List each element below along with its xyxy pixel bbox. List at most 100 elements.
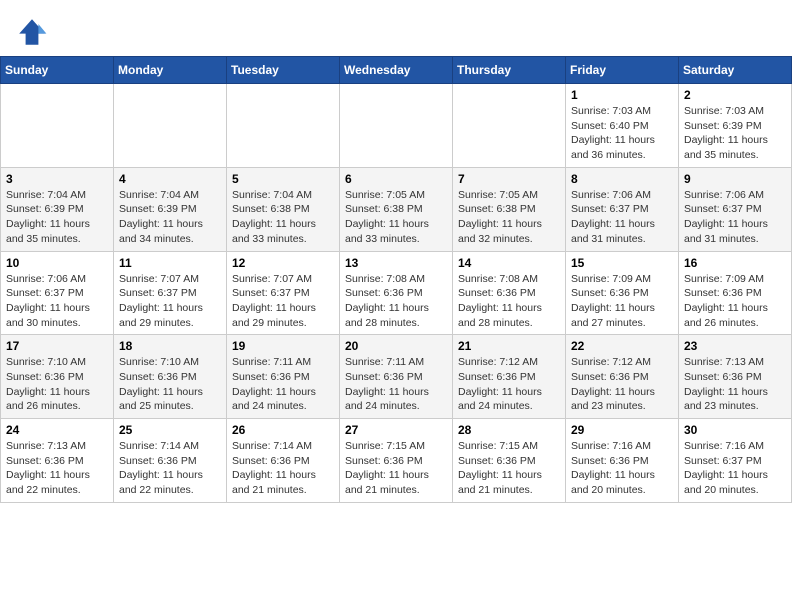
- day-info: Sunrise: 7:11 AM Sunset: 6:36 PM Dayligh…: [345, 355, 447, 414]
- day-number: 16: [684, 256, 786, 270]
- day-info: Sunrise: 7:04 AM Sunset: 6:39 PM Dayligh…: [119, 188, 221, 247]
- day-number: 15: [571, 256, 673, 270]
- calendar-cell: 25 Sunrise: 7:14 AM Sunset: 6:36 PM Dayli…: [114, 419, 227, 503]
- day-number: 6: [345, 172, 447, 186]
- calendar-cell: 4 Sunrise: 7:04 AM Sunset: 6:39 PM Daylig…: [114, 167, 227, 251]
- calendar-cell: 14 Sunrise: 7:08 AM Sunset: 6:36 PM Dayli…: [453, 251, 566, 335]
- calendar-cell: 29Sunrise: 7:16 AM Sunset: 6:36 PM Dayli…: [566, 419, 679, 503]
- calendar-cell: 30 Sunrise: 7:16 AM Sunset: 6:37 PM Dayli…: [679, 419, 792, 503]
- day-number: 17: [6, 339, 108, 353]
- calendar-cell: 13 Sunrise: 7:08 AM Sunset: 6:36 PM Dayli…: [340, 251, 453, 335]
- calendar-cell: 6 Sunrise: 7:05 AM Sunset: 6:38 PM Daylig…: [340, 167, 453, 251]
- day-number: 21: [458, 339, 560, 353]
- calendar-cell: 8 Sunrise: 7:06 AM Sunset: 6:37 PM Daylig…: [566, 167, 679, 251]
- day-number: 13: [345, 256, 447, 270]
- day-number: 7: [458, 172, 560, 186]
- calendar-cell: 21 Sunrise: 7:12 AM Sunset: 6:36 PM Dayli…: [453, 335, 566, 419]
- day-info: Sunrise: 7:04 AM Sunset: 6:39 PM Dayligh…: [6, 188, 108, 247]
- day-number: 25: [119, 423, 221, 437]
- day-number: 4: [119, 172, 221, 186]
- day-info: Sunrise: 7:08 AM Sunset: 6:36 PM Dayligh…: [345, 272, 447, 331]
- calendar-cell: [227, 84, 340, 168]
- calendar-cell: 9Sunrise: 7:06 AM Sunset: 6:37 PM Daylig…: [679, 167, 792, 251]
- calendar-cell: [114, 84, 227, 168]
- calendar-cell: 5 Sunrise: 7:04 AM Sunset: 6:38 PM Daylig…: [227, 167, 340, 251]
- calendar-cell: 7Sunrise: 7:05 AM Sunset: 6:38 PM Daylig…: [453, 167, 566, 251]
- calendar-cell: 19 Sunrise: 7:11 AM Sunset: 6:36 PM Dayli…: [227, 335, 340, 419]
- calendar-header-row: SundayMondayTuesdayWednesdayThursdayFrid…: [1, 57, 792, 84]
- day-info: Sunrise: 7:09 AM Sunset: 6:36 PM Dayligh…: [684, 272, 786, 331]
- day-number: 30: [684, 423, 786, 437]
- day-number: 28: [458, 423, 560, 437]
- logo: [16, 16, 52, 48]
- calendar-cell: 11Sunrise: 7:07 AM Sunset: 6:37 PM Dayli…: [114, 251, 227, 335]
- day-number: 1: [571, 88, 673, 102]
- day-info: Sunrise: 7:03 AM Sunset: 6:39 PM Dayligh…: [684, 104, 786, 163]
- day-info: Sunrise: 7:09 AM Sunset: 6:36 PM Dayligh…: [571, 272, 673, 331]
- day-info: Sunrise: 7:13 AM Sunset: 6:36 PM Dayligh…: [684, 355, 786, 414]
- day-number: 19: [232, 339, 334, 353]
- day-number: 23: [684, 339, 786, 353]
- day-number: 22: [571, 339, 673, 353]
- day-number: 20: [345, 339, 447, 353]
- calendar-cell: 26 Sunrise: 7:14 AM Sunset: 6:36 PM Dayli…: [227, 419, 340, 503]
- day-info: Sunrise: 7:04 AM Sunset: 6:38 PM Dayligh…: [232, 188, 334, 247]
- weekday-header-saturday: Saturday: [679, 57, 792, 84]
- day-number: 10: [6, 256, 108, 270]
- calendar-week-5: 24Sunrise: 7:13 AM Sunset: 6:36 PM Dayli…: [1, 419, 792, 503]
- day-info: Sunrise: 7:08 AM Sunset: 6:36 PM Dayligh…: [458, 272, 560, 331]
- calendar-cell: 27 Sunrise: 7:15 AM Sunset: 6:36 PM Dayli…: [340, 419, 453, 503]
- day-number: 9: [684, 172, 786, 186]
- day-info: Sunrise: 7:14 AM Sunset: 6:36 PM Dayligh…: [232, 439, 334, 498]
- calendar-cell: 16 Sunrise: 7:09 AM Sunset: 6:36 PM Dayli…: [679, 251, 792, 335]
- calendar-week-2: 3Sunrise: 7:04 AM Sunset: 6:39 PM Daylig…: [1, 167, 792, 251]
- day-info: Sunrise: 7:15 AM Sunset: 6:36 PM Dayligh…: [458, 439, 560, 498]
- weekday-header-thursday: Thursday: [453, 57, 566, 84]
- calendar-cell: 28 Sunrise: 7:15 AM Sunset: 6:36 PM Dayli…: [453, 419, 566, 503]
- calendar-cell: 12Sunrise: 7:07 AM Sunset: 6:37 PM Dayli…: [227, 251, 340, 335]
- calendar-cell: 17 Sunrise: 7:10 AM Sunset: 6:36 PM Dayli…: [1, 335, 114, 419]
- day-number: 14: [458, 256, 560, 270]
- weekday-header-friday: Friday: [566, 57, 679, 84]
- page-header: [0, 0, 792, 56]
- day-number: 29: [571, 423, 673, 437]
- calendar-cell: 24Sunrise: 7:13 AM Sunset: 6:36 PM Dayli…: [1, 419, 114, 503]
- day-info: Sunrise: 7:16 AM Sunset: 6:37 PM Dayligh…: [684, 439, 786, 498]
- day-info: Sunrise: 7:10 AM Sunset: 6:36 PM Dayligh…: [119, 355, 221, 414]
- day-info: Sunrise: 7:06 AM Sunset: 6:37 PM Dayligh…: [6, 272, 108, 331]
- day-number: 5: [232, 172, 334, 186]
- day-number: 27: [345, 423, 447, 437]
- day-number: 12: [232, 256, 334, 270]
- calendar-cell: 15 Sunrise: 7:09 AM Sunset: 6:36 PM Dayli…: [566, 251, 679, 335]
- calendar-cell: 23 Sunrise: 7:13 AM Sunset: 6:36 PM Dayli…: [679, 335, 792, 419]
- calendar-week-3: 10 Sunrise: 7:06 AM Sunset: 6:37 PM Dayli…: [1, 251, 792, 335]
- day-info: Sunrise: 7:11 AM Sunset: 6:36 PM Dayligh…: [232, 355, 334, 414]
- calendar-cell: 20 Sunrise: 7:11 AM Sunset: 6:36 PM Dayli…: [340, 335, 453, 419]
- weekday-header-sunday: Sunday: [1, 57, 114, 84]
- day-info: Sunrise: 7:06 AM Sunset: 6:37 PM Dayligh…: [571, 188, 673, 247]
- calendar-week-1: 1 Sunrise: 7:03 AM Sunset: 6:40 PM Daylig…: [1, 84, 792, 168]
- calendar-cell: [340, 84, 453, 168]
- calendar-cell: 2 Sunrise: 7:03 AM Sunset: 6:39 PM Daylig…: [679, 84, 792, 168]
- calendar-table: SundayMondayTuesdayWednesdayThursdayFrid…: [0, 56, 792, 503]
- day-info: Sunrise: 7:12 AM Sunset: 6:36 PM Dayligh…: [571, 355, 673, 414]
- day-number: 18: [119, 339, 221, 353]
- day-info: Sunrise: 7:10 AM Sunset: 6:36 PM Dayligh…: [6, 355, 108, 414]
- day-number: 2: [684, 88, 786, 102]
- logo-icon: [16, 16, 48, 48]
- day-info: Sunrise: 7:15 AM Sunset: 6:36 PM Dayligh…: [345, 439, 447, 498]
- day-number: 26: [232, 423, 334, 437]
- day-info: Sunrise: 7:07 AM Sunset: 6:37 PM Dayligh…: [119, 272, 221, 331]
- weekday-header-wednesday: Wednesday: [340, 57, 453, 84]
- calendar-cell: 18 Sunrise: 7:10 AM Sunset: 6:36 PM Dayli…: [114, 335, 227, 419]
- calendar-cell: 10 Sunrise: 7:06 AM Sunset: 6:37 PM Dayli…: [1, 251, 114, 335]
- day-info: Sunrise: 7:13 AM Sunset: 6:36 PM Dayligh…: [6, 439, 108, 498]
- calendar-cell: 1 Sunrise: 7:03 AM Sunset: 6:40 PM Daylig…: [566, 84, 679, 168]
- calendar-cell: 22 Sunrise: 7:12 AM Sunset: 6:36 PM Dayli…: [566, 335, 679, 419]
- day-info: Sunrise: 7:05 AM Sunset: 6:38 PM Dayligh…: [345, 188, 447, 247]
- day-info: Sunrise: 7:14 AM Sunset: 6:36 PM Dayligh…: [119, 439, 221, 498]
- day-info: Sunrise: 7:03 AM Sunset: 6:40 PM Dayligh…: [571, 104, 673, 163]
- day-info: Sunrise: 7:12 AM Sunset: 6:36 PM Dayligh…: [458, 355, 560, 414]
- day-number: 8: [571, 172, 673, 186]
- calendar-week-4: 17 Sunrise: 7:10 AM Sunset: 6:36 PM Dayli…: [1, 335, 792, 419]
